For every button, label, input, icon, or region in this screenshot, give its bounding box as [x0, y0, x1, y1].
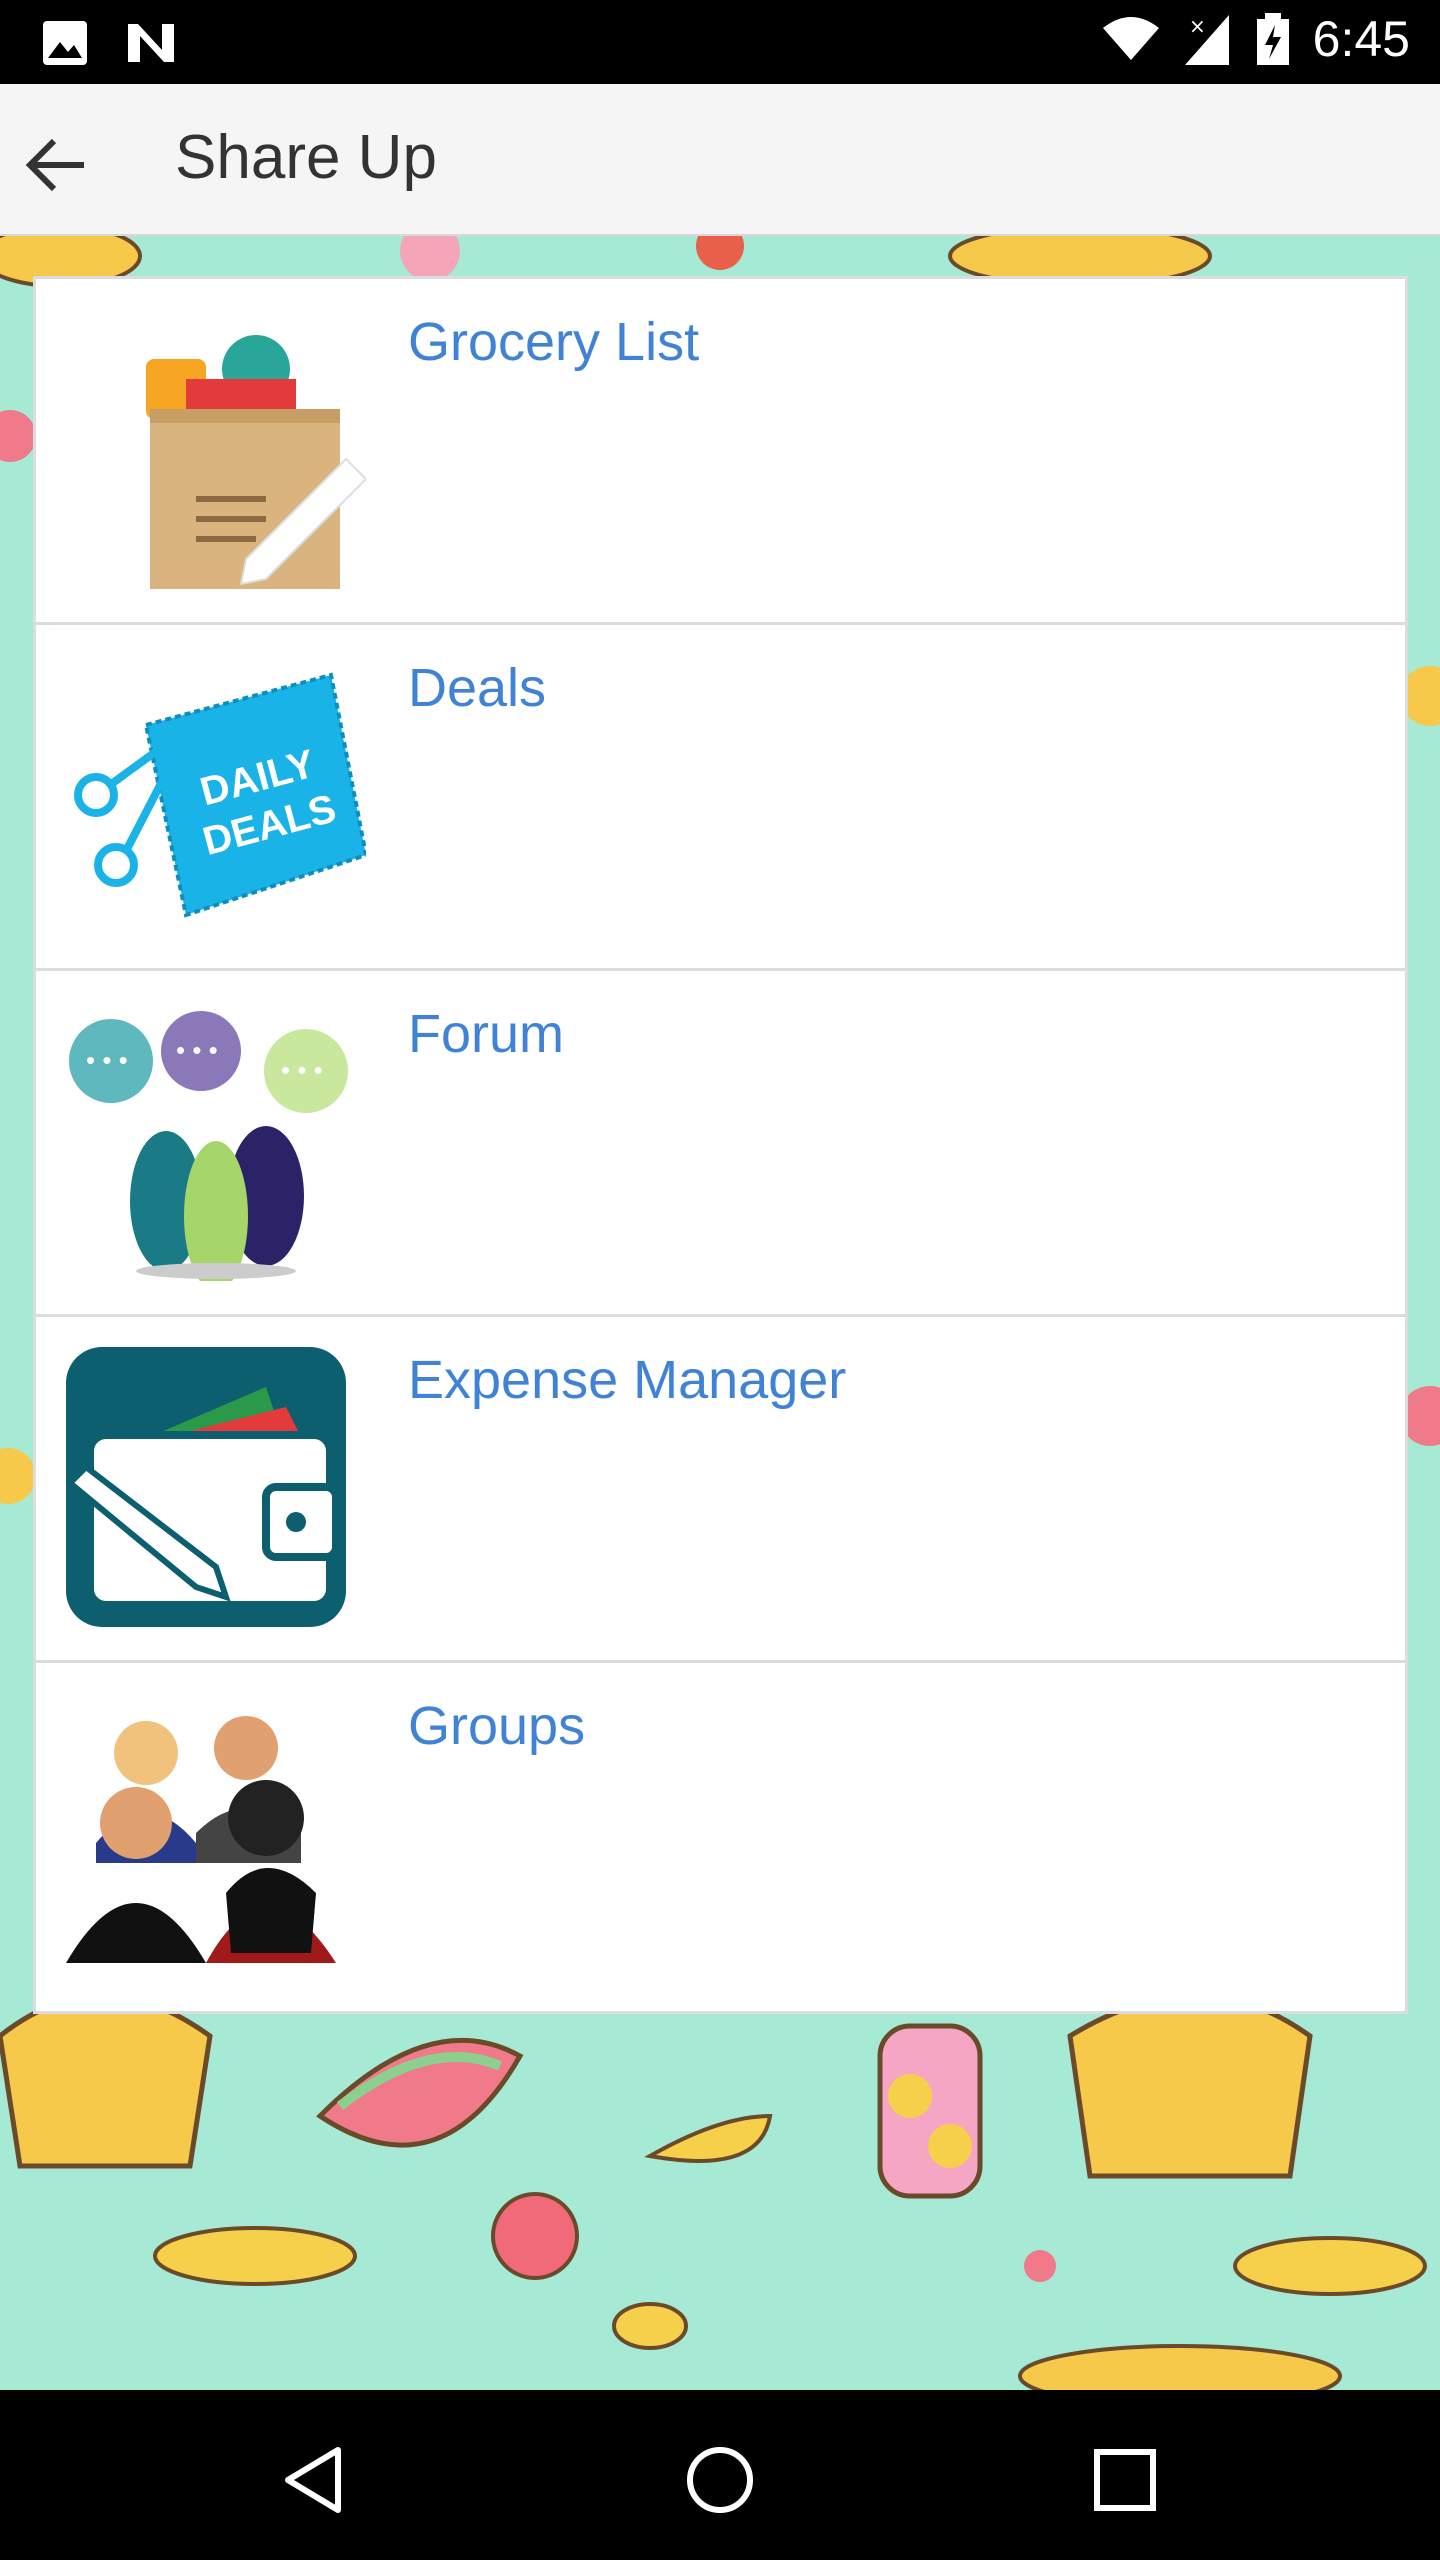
deals-label[interactable]: Deals — [408, 657, 546, 719]
battery-charging-icon — [1256, 13, 1289, 65]
wallet-icon — [66, 1347, 346, 1627]
page-title: Share Up — [175, 123, 437, 192]
list-item-groups[interactable]: Groups — [36, 1663, 1405, 2009]
svg-text:• • •: • • • — [281, 1055, 323, 1085]
grocery-list-label[interactable]: Grocery List — [408, 311, 699, 373]
image-notification-icon — [43, 21, 87, 65]
group-people-icon — [66, 1716, 336, 1963]
back-nav-icon[interactable] — [276, 2440, 356, 2520]
forum-label[interactable]: Forum — [408, 1003, 564, 1065]
svg-text:• • •: • • • — [176, 1035, 218, 1065]
expense-manager-label[interactable]: Expense Manager — [408, 1349, 846, 1411]
home-nav-icon[interactable] — [680, 2440, 760, 2520]
status-bar: × 6:45 — [0, 0, 1440, 84]
recents-nav-icon[interactable] — [1085, 2440, 1165, 2520]
wifi-icon — [1102, 17, 1159, 60]
groups-label[interactable]: Groups — [408, 1695, 585, 1757]
grocery-bag-icon — [146, 335, 366, 589]
menu-list: Grocery List DAILY DEALS Deals • • • • •… — [33, 276, 1408, 2014]
forum-people-icon: • • • • • • • • • — [69, 1011, 348, 1281]
svg-text:×: × — [1189, 14, 1206, 38]
list-item-forum[interactable]: • • • • • • • • • Forum — [36, 971, 1405, 1317]
list-item-deals[interactable]: DAILY DEALS Deals — [36, 625, 1405, 971]
cell-signal-icon: × — [1184, 14, 1229, 65]
list-item-grocery-list[interactable]: Grocery List — [36, 279, 1405, 625]
navigation-bar — [0, 2390, 1440, 2560]
app-bar: Share Up — [0, 84, 1440, 236]
svg-text:• • •: • • • — [86, 1045, 128, 1075]
n-notification-icon — [128, 24, 174, 62]
daily-deals-icon: DAILY DEALS — [74, 672, 366, 918]
status-time: 6:45 — [1312, 11, 1410, 67]
list-item-expense-manager[interactable]: Expense Manager — [36, 1317, 1405, 1663]
back-arrow-icon[interactable] — [22, 130, 92, 200]
